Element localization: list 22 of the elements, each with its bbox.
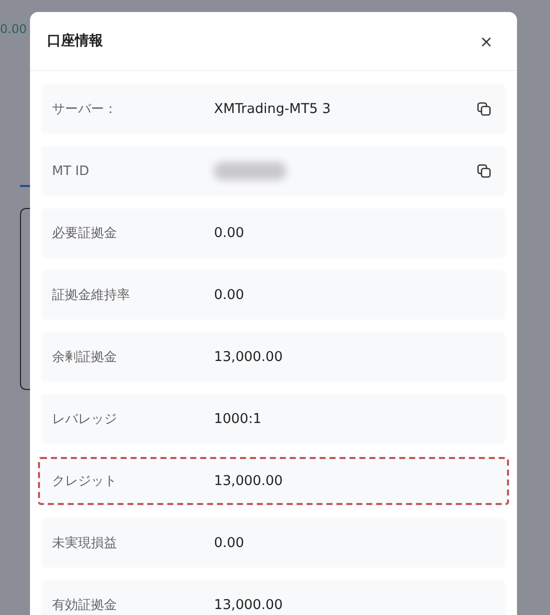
dialog-title: 口座情報 [47, 32, 103, 50]
field-label: MT ID [52, 164, 90, 178]
field-label: 証拠金維持率 [52, 287, 131, 304]
field-value: 0.00 [214, 287, 246, 303]
field-label: 必要証拠金 [52, 225, 118, 242]
field-value: 0.00 [214, 225, 246, 241]
field-label: 有効証拠金 [52, 597, 118, 614]
field-value: 0.00 [214, 535, 246, 551]
close-button[interactable]: × [476, 30, 497, 52]
field-label: 余剰証拠金 [52, 349, 118, 366]
copy-icon[interactable] [477, 164, 491, 178]
field-value: XMTrading-MT5 3 [214, 101, 332, 117]
field-label: 未実現損益 [52, 535, 118, 552]
field-label: レバレッジ [52, 411, 118, 428]
field-value: 13,000.00 [214, 349, 284, 365]
field-value: 1000:1 [214, 411, 262, 427]
field-value: 13,000.00 [214, 473, 284, 489]
field-value: 13,000.00 [214, 597, 284, 613]
field-label: サーバー： [52, 101, 118, 118]
balance-text: 0.00 [0, 22, 27, 36]
copy-icon[interactable] [477, 102, 491, 116]
field-label: クレジット [52, 473, 118, 490]
